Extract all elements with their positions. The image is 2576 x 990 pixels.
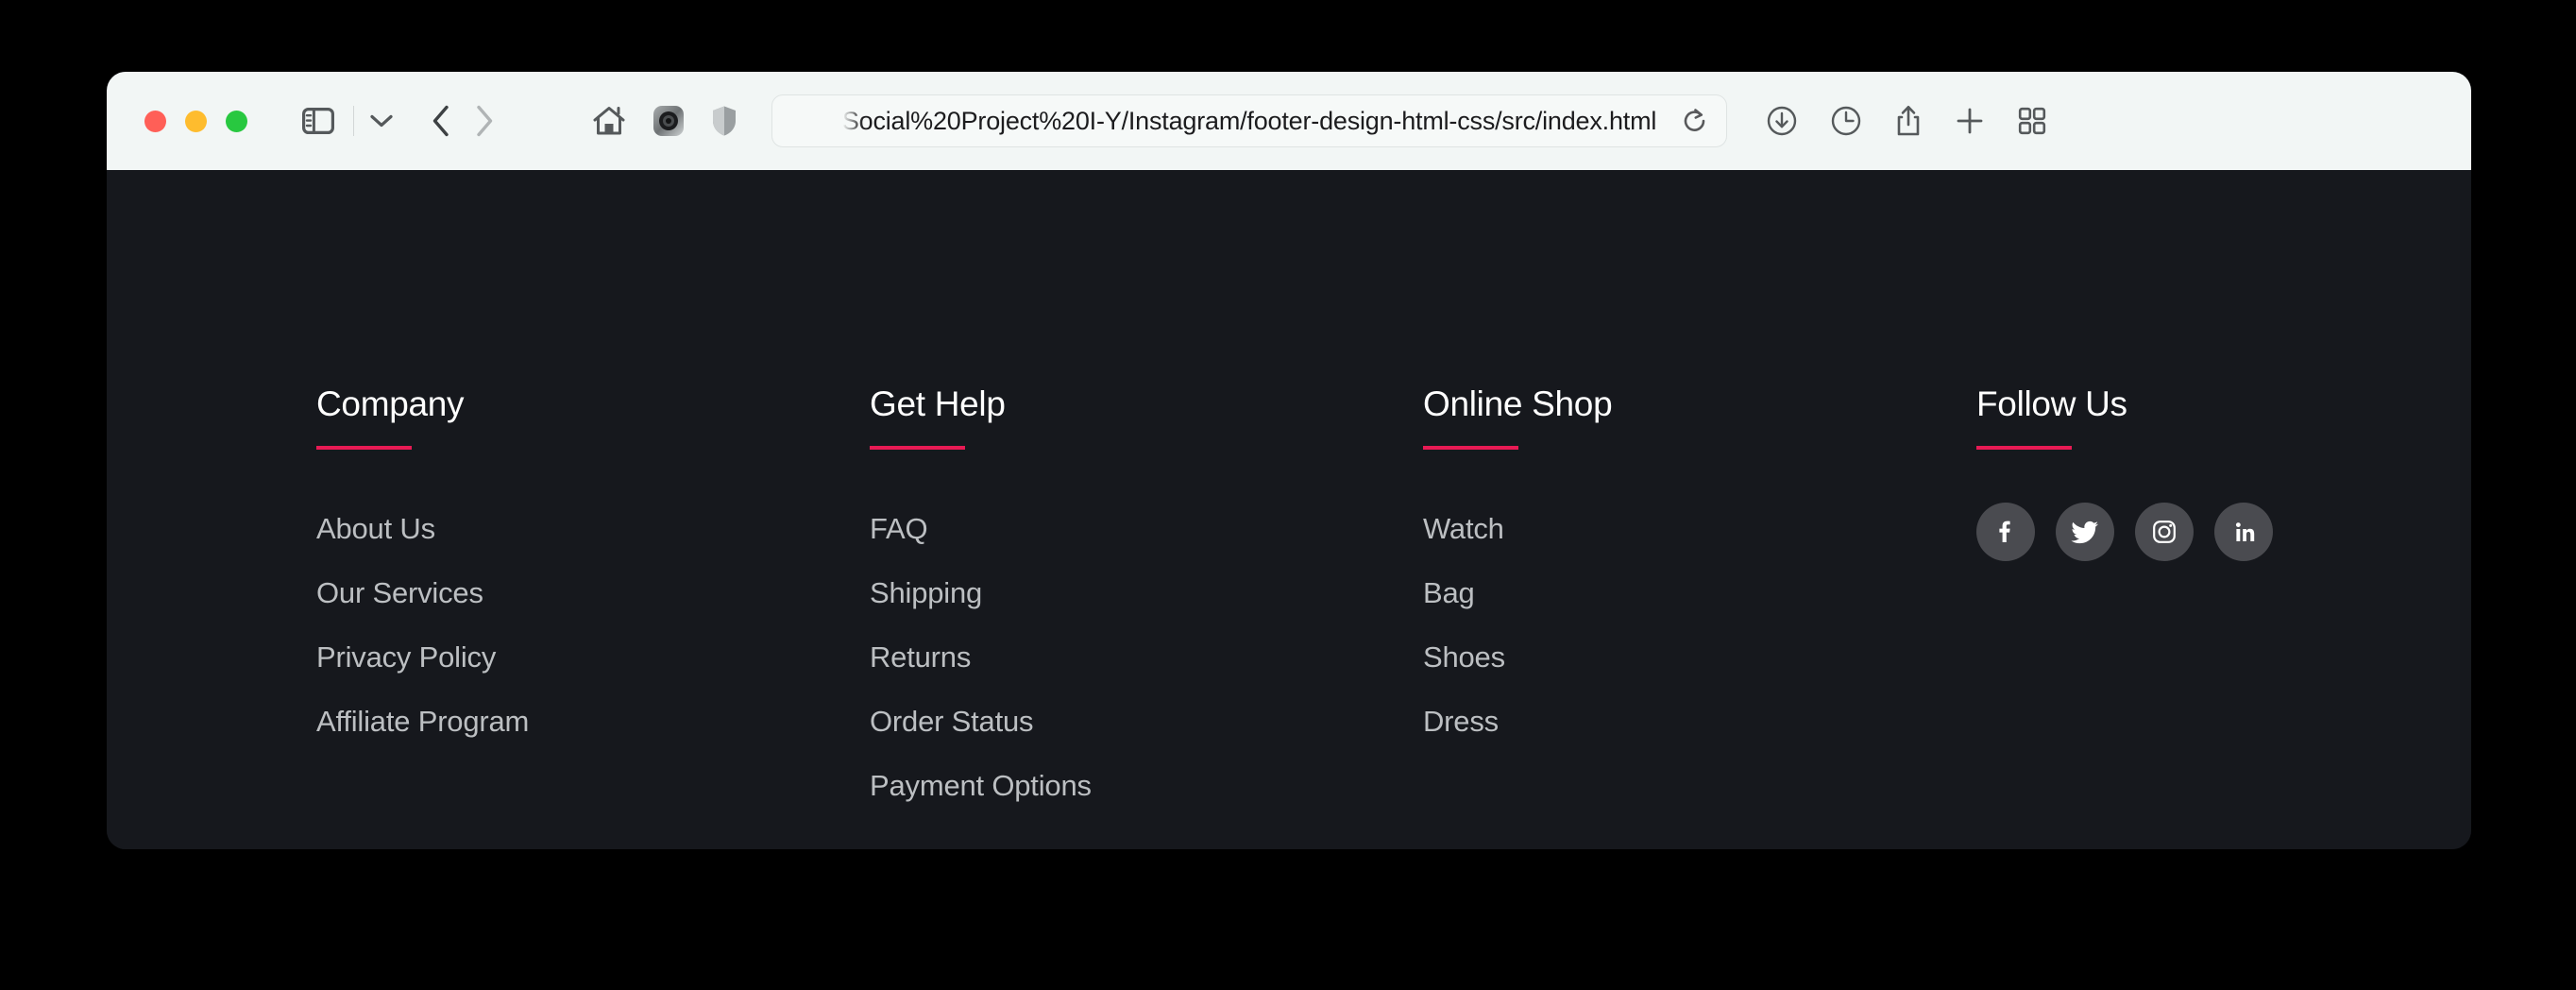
footer-link-shipping[interactable]: Shipping: [870, 561, 982, 625]
page-content: Company About Us Our Services Privacy Po…: [107, 170, 2471, 849]
downloads-icon[interactable]: [1767, 106, 1797, 136]
linkedin-icon[interactable]: [2214, 503, 2273, 561]
list-item: Returns: [870, 625, 1423, 690]
list-item: Shoes: [1423, 625, 1976, 690]
footer-column-follow-us: Follow Us: [1976, 386, 2273, 818]
back-icon[interactable]: [432, 105, 450, 137]
list-item: Payment Options: [870, 754, 1423, 818]
footer-link-about-us[interactable]: About Us: [316, 497, 435, 561]
browser-window: Social%20Project%20I-Y/Instagram/footer-…: [107, 72, 2471, 849]
toolbar-divider: [353, 106, 354, 136]
footer-links-get-help: FAQ Shipping Returns Order Status Paymen…: [870, 497, 1423, 818]
forward-icon[interactable]: [475, 105, 494, 137]
list-item: Privacy Policy: [316, 625, 870, 690]
footer-link-order-status[interactable]: Order Status: [870, 690, 1034, 754]
list-item: Watch: [1423, 497, 1976, 561]
list-item: FAQ: [870, 497, 1423, 561]
tab-overview-grid-icon[interactable]: [2018, 107, 2046, 135]
reload-icon[interactable]: [1683, 108, 1707, 134]
share-icon[interactable]: [1895, 105, 1922, 137]
new-tab-plus-icon[interactable]: [1956, 107, 1984, 135]
list-item: Affiliate Program: [316, 690, 870, 754]
list-item: Our Services: [316, 561, 870, 625]
list-item: Dress: [1423, 690, 1976, 754]
footer-link-watch[interactable]: Watch: [1423, 497, 1504, 561]
footer-column-online-shop: Online Shop Watch Bag Shoes Dress: [1423, 386, 1976, 818]
heading-underline: [316, 446, 412, 450]
social-links: [1976, 503, 2273, 561]
window-traffic-lights: [144, 110, 247, 132]
home-icon[interactable]: [592, 105, 626, 137]
heading-underline: [1976, 446, 2072, 450]
list-item: Bag: [1423, 561, 1976, 625]
footer-links-online-shop: Watch Bag Shoes Dress: [1423, 497, 1976, 754]
footer-heading-follow-us: Follow Us: [1976, 384, 2127, 423]
minimize-window-button[interactable]: [185, 110, 207, 132]
address-bar-url[interactable]: Social%20Project%20I-Y/Instagram/footer-…: [842, 107, 1656, 136]
heading-underline: [1423, 446, 1518, 450]
history-clock-icon[interactable]: [1831, 106, 1861, 136]
list-item: Order Status: [870, 690, 1423, 754]
sidebar-toggle-icon[interactable]: [302, 108, 334, 134]
close-window-button[interactable]: [144, 110, 166, 132]
footer-heading-company: Company: [316, 384, 465, 423]
instagram-icon[interactable]: [2135, 503, 2194, 561]
footer-link-dress[interactable]: Dress: [1423, 690, 1499, 754]
address-bar[interactable]: Social%20Project%20I-Y/Instagram/footer-…: [771, 94, 1727, 147]
footer-heading-get-help: Get Help: [870, 384, 1006, 423]
footer-column-get-help: Get Help FAQ Shipping Returns Order Stat…: [870, 386, 1423, 818]
privacy-shield-icon[interactable]: [711, 105, 737, 137]
footer: Company About Us Our Services Privacy Po…: [107, 170, 2471, 818]
footer-heading-online-shop: Online Shop: [1423, 384, 1613, 423]
footer-link-bag[interactable]: Bag: [1423, 561, 1475, 625]
reader-mode-icon[interactable]: [652, 105, 685, 137]
list-item: About Us: [316, 497, 870, 561]
list-item: Shipping: [870, 561, 1423, 625]
footer-link-privacy-policy[interactable]: Privacy Policy: [316, 625, 496, 690]
chevron-down-icon[interactable]: [369, 113, 394, 128]
footer-link-returns[interactable]: Returns: [870, 625, 971, 690]
footer-link-affiliate-program[interactable]: Affiliate Program: [316, 690, 529, 754]
footer-link-faq[interactable]: FAQ: [870, 497, 928, 561]
heading-underline: [870, 446, 965, 450]
footer-link-our-services[interactable]: Our Services: [316, 561, 483, 625]
footer-column-company: Company About Us Our Services Privacy Po…: [316, 386, 870, 818]
footer-link-shoes[interactable]: Shoes: [1423, 625, 1505, 690]
footer-link-payment-options[interactable]: Payment Options: [870, 754, 1092, 818]
footer-links-company: About Us Our Services Privacy Policy Aff…: [316, 497, 870, 754]
browser-toolbar: Social%20Project%20I-Y/Instagram/footer-…: [107, 72, 2471, 170]
facebook-icon[interactable]: [1976, 503, 2035, 561]
twitter-icon[interactable]: [2056, 503, 2114, 561]
maximize-window-button[interactable]: [226, 110, 247, 132]
